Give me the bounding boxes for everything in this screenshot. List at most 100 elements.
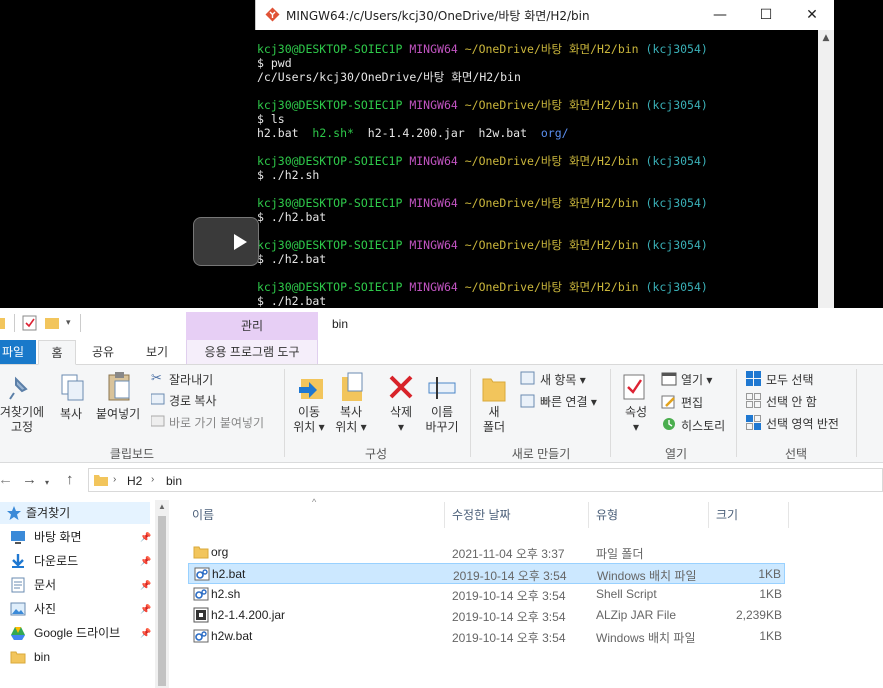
recent-locations-chevron-icon[interactable]: ▾ bbox=[45, 478, 49, 487]
ribbon-panel: 겨찾기에 고정 복사 붙여넣기 ✂ 잘라내기 경로 복사 바로 가기 붙여넣기 클… bbox=[0, 365, 883, 463]
nav-item-label: 바탕 화면 bbox=[34, 530, 82, 544]
properties-icon[interactable] bbox=[622, 373, 648, 403]
paste-icon[interactable] bbox=[106, 371, 134, 403]
file-row[interactable]: h2.bat 2019-10-14 오후 3:54 Windows 배치 파일 1KB bbox=[188, 563, 785, 584]
move-to-label-1: 이동 bbox=[297, 405, 321, 419]
file-row[interactable]: h2-1.4.200.jar 2019-10-14 오후 3:54 ALZip JA… bbox=[188, 605, 785, 626]
new-item-button[interactable]: 새 항목 ▾ bbox=[540, 371, 586, 388]
column-header-date[interactable]: 수정한 날짜 bbox=[452, 506, 511, 523]
edit-button[interactable]: 편집 bbox=[681, 394, 703, 411]
history-icon bbox=[663, 418, 675, 430]
tab-file[interactable]: 파일 bbox=[0, 340, 36, 364]
script-file-icon bbox=[193, 587, 209, 601]
address-bar[interactable]: › H2 › bin bbox=[88, 468, 883, 492]
paste-shortcut-button[interactable]: 바로 가기 붙여넣기 bbox=[169, 414, 264, 431]
invert-selection-icon bbox=[746, 415, 761, 430]
pin-to-quick-access-button[interactable]: 겨찾기에 고정 bbox=[0, 405, 50, 435]
column-header-size[interactable]: 크기 bbox=[716, 506, 738, 523]
open-button[interactable]: 열기 ▾ bbox=[681, 371, 712, 388]
copy-to-icon[interactable] bbox=[338, 371, 366, 403]
select-all-icon bbox=[746, 371, 761, 386]
properties-button[interactable]: 속성 ▾ bbox=[618, 405, 654, 435]
terminal-text: ~/OneDrive/바탕 화면/H2/bin bbox=[464, 238, 646, 252]
nav-item-4[interactable]: 사진 📌 bbox=[10, 598, 151, 620]
column-divider[interactable] bbox=[588, 502, 589, 528]
delete-icon[interactable] bbox=[387, 373, 415, 401]
tab-application-tools[interactable]: 응용 프로그램 도구 bbox=[186, 340, 318, 364]
column-divider[interactable] bbox=[708, 502, 709, 528]
copy-path-button[interactable]: 경로 복사 bbox=[169, 392, 217, 409]
nav-item-6[interactable]: bin bbox=[10, 646, 150, 668]
nav-item-2[interactable]: 다운로드 📌 bbox=[10, 550, 151, 572]
maximize-button[interactable]: ☐ bbox=[743, 0, 789, 30]
minimize-button[interactable]: — bbox=[697, 0, 743, 30]
nav-item-label: 즐겨찾기 bbox=[26, 506, 71, 520]
file-size: 1KB bbox=[759, 587, 782, 601]
history-button[interactable]: 히스토리 bbox=[681, 417, 725, 434]
properties-check-icon[interactable] bbox=[22, 315, 38, 331]
copy-to-button[interactable]: 복사 위치 ▾ bbox=[330, 405, 372, 435]
tab-view[interactable]: 보기 bbox=[146, 340, 168, 364]
nav-item-3[interactable]: 문서 📌 bbox=[10, 574, 151, 596]
terminal-output[interactable]: kcj30@DESKTOP-SOIEC1P MINGW64 ~/OneDrive… bbox=[255, 30, 818, 308]
nav-item-5[interactable]: Google 드라이브 📌 bbox=[10, 622, 151, 644]
column-header-name[interactable]: 이름 bbox=[192, 506, 214, 523]
select-all-button[interactable]: 모두 선택 bbox=[766, 371, 814, 388]
scroll-up-arrow-icon[interactable]: ▲ bbox=[158, 502, 166, 511]
terminal-text: org/ bbox=[540, 126, 569, 140]
cut-button[interactable]: 잘라내기 bbox=[169, 371, 213, 388]
invert-selection-button[interactable]: 선택 영역 반전 bbox=[766, 415, 839, 432]
pin-icon[interactable] bbox=[6, 375, 32, 401]
navigation-scrollbar[interactable]: ▲ bbox=[155, 500, 169, 688]
customize-toolbar-icon[interactable]: ▾ bbox=[66, 317, 71, 328]
breadcrumb-bin[interactable]: bin bbox=[166, 474, 182, 488]
nav-item-label: Google 드라이브 bbox=[34, 626, 121, 640]
terminal-line: $ ./h2.bat bbox=[257, 252, 708, 266]
terminal-text: $ pwd bbox=[257, 56, 292, 70]
easy-access-button[interactable]: 빠른 연결 ▾ bbox=[540, 393, 597, 410]
select-none-button[interactable]: 선택 안 함 bbox=[766, 393, 817, 410]
terminal-text: kcj30@DESKTOP-SOIEC1P bbox=[257, 98, 410, 112]
scroll-up-arrow-icon[interactable]: ▲ bbox=[818, 30, 834, 46]
column-header-type[interactable]: 유형 bbox=[596, 506, 618, 523]
ribbon-divider bbox=[284, 369, 285, 457]
copy-icon[interactable] bbox=[60, 373, 86, 403]
rename-icon[interactable] bbox=[428, 373, 456, 401]
new-folder-icon[interactable] bbox=[481, 373, 507, 403]
file-row[interactable]: org 2021-11-04 오후 3:37 파일 폴더 bbox=[188, 542, 785, 563]
up-button[interactable]: ↑ bbox=[66, 471, 74, 488]
breadcrumb-h2[interactable]: H2 bbox=[127, 474, 142, 488]
rename-button[interactable]: 이름 바꾸기 bbox=[418, 405, 466, 435]
column-divider[interactable] bbox=[788, 502, 789, 528]
forward-button[interactable]: → bbox=[22, 471, 37, 488]
copy-button[interactable]: 복사 bbox=[60, 405, 82, 422]
nav-item-0[interactable]: 즐겨찾기 bbox=[0, 502, 150, 524]
open-icon bbox=[661, 372, 677, 386]
file-row[interactable]: h2.sh 2019-10-14 오후 3:54 Shell Script 1KB bbox=[188, 584, 785, 605]
close-button[interactable]: ✕ bbox=[789, 0, 835, 30]
new-folder-button[interactable]: 새 폴더 bbox=[476, 405, 512, 435]
terminal-line: h2.bat h2.sh* h2-1.4.200.jar h2w.bat org… bbox=[257, 126, 708, 140]
terminal-scrollbar[interactable]: ▲ bbox=[818, 30, 834, 308]
nav-item-label: 다운로드 bbox=[34, 554, 79, 568]
back-button[interactable]: ← bbox=[0, 471, 13, 488]
terminal-line: kcj30@DESKTOP-SOIEC1P MINGW64 ~/OneDrive… bbox=[257, 154, 708, 168]
move-to-icon[interactable] bbox=[297, 371, 325, 403]
file-row[interactable]: h2w.bat 2019-10-14 오후 3:54 Windows 배치 파일 1K… bbox=[188, 626, 785, 647]
new-folder-small-icon[interactable] bbox=[44, 315, 60, 331]
terminal-text: (kcj3054) bbox=[645, 42, 708, 56]
column-divider[interactable] bbox=[444, 502, 445, 528]
tab-share[interactable]: 공유 bbox=[92, 340, 114, 364]
video-play-button[interactable] bbox=[193, 217, 259, 266]
paste-button[interactable]: 붙여넣기 bbox=[96, 405, 140, 422]
file-list: ^ 이름 수정한 날짜 유형 크기 org 2021-11-04 오후 3:37 파… bbox=[170, 497, 883, 688]
tab-home[interactable]: 홈 bbox=[38, 340, 76, 365]
move-to-button[interactable]: 이동 위치 ▾ bbox=[288, 405, 330, 435]
terminal-line: kcj30@DESKTOP-SOIEC1P MINGW64 ~/OneDrive… bbox=[257, 98, 708, 112]
scrollbar-thumb[interactable] bbox=[158, 516, 166, 686]
edit-icon bbox=[661, 395, 675, 409]
nav-item-1[interactable]: 바탕 화면 📌 bbox=[10, 526, 151, 548]
terminal-title-bar[interactable]: MINGW64:/c/Users/kcj30/OneDrive/바탕 화면/H2… bbox=[255, 0, 834, 30]
